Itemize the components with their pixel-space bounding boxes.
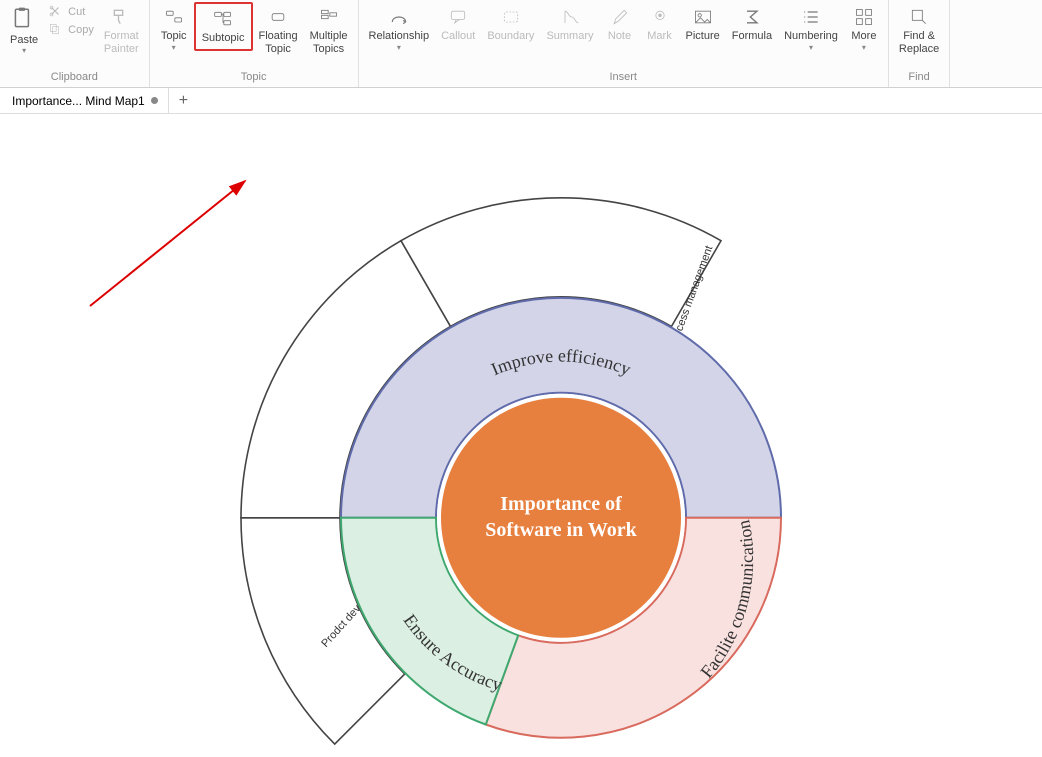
ribbon-toolbar: Paste ▾ Cut Copy Format Painter Clipboar… <box>0 0 1042 88</box>
group-label-topic: Topic <box>241 69 267 87</box>
chevron-down-icon: ▾ <box>397 43 401 52</box>
find-replace-label-2: Replace <box>899 43 939 56</box>
summary-icon <box>559 6 581 28</box>
relationship-label: Relationship <box>369 30 430 43</box>
center-label-2: Software in Work <box>485 518 637 540</box>
multiple-topics-label-2: Topics <box>313 43 344 56</box>
cut-icon <box>48 4 64 20</box>
format-painter-label-1: Format <box>104 30 139 43</box>
floating-topic-icon <box>267 6 289 28</box>
multiple-topics-label-1: Multiple <box>310 30 348 43</box>
relationship-icon <box>388 6 410 28</box>
group-topic: Topic ▾ Subtopic Floating Topic Multiple… <box>150 0 359 87</box>
note-button[interactable]: Note <box>600 2 640 47</box>
group-find: Find & Replace Find <box>889 0 950 87</box>
find-replace-button[interactable]: Find & Replace <box>893 2 945 60</box>
formula-label: Formula <box>732 30 772 43</box>
mindmap-canvas[interactable]: Prodct development Development Process m… <box>0 114 1042 731</box>
formula-icon <box>741 6 763 28</box>
add-tab-button[interactable]: + <box>169 92 198 110</box>
unsaved-dot-icon <box>151 97 158 104</box>
multiple-topics-button[interactable]: Multiple Topics <box>304 2 354 60</box>
picture-button[interactable]: Picture <box>680 2 726 47</box>
note-icon <box>609 6 631 28</box>
center-topic[interactable] <box>439 395 683 639</box>
copy-button[interactable]: Copy <box>48 22 94 38</box>
find-replace-label-1: Find & <box>903 30 935 43</box>
copy-icon <box>48 22 64 38</box>
callout-icon <box>447 6 469 28</box>
numbering-button[interactable]: Numbering ▾ <box>778 2 844 56</box>
paste-icon <box>10 6 38 34</box>
boundary-icon <box>500 6 522 28</box>
format-painter-label-2: Painter <box>104 43 139 56</box>
document-tab-label: Importance... Mind Map1 <box>12 94 145 108</box>
more-button[interactable]: More ▾ <box>844 2 884 56</box>
note-label: Note <box>608 30 631 43</box>
group-clipboard: Paste ▾ Cut Copy Format Painter Clipboar… <box>0 0 150 87</box>
mark-label: Mark <box>647 30 671 43</box>
subtopic-label: Subtopic <box>202 32 245 45</box>
chevron-down-icon: ▾ <box>172 43 176 52</box>
find-replace-icon <box>908 6 930 28</box>
group-label-clipboard: Clipboard <box>51 69 98 87</box>
chevron-down-icon: ▾ <box>862 43 866 52</box>
chevron-down-icon: ▾ <box>809 43 813 52</box>
numbering-label: Numbering <box>784 30 838 43</box>
boundary-button[interactable]: Boundary <box>481 2 540 47</box>
group-insert: Relationship ▾ Callout Boundary Summary … <box>359 0 889 87</box>
summary-button[interactable]: Summary <box>540 2 599 47</box>
relationship-button[interactable]: Relationship ▾ <box>363 2 436 56</box>
paste-button[interactable]: Paste ▾ <box>4 2 44 59</box>
mark-button[interactable]: Mark <box>640 2 680 47</box>
topic-label: Topic <box>161 30 187 43</box>
floating-topic-button[interactable]: Floating Topic <box>253 2 304 60</box>
more-label: More <box>851 30 876 43</box>
subtopic-icon <box>212 8 234 30</box>
boundary-label: Boundary <box>487 30 534 43</box>
numbering-icon <box>800 6 822 28</box>
chevron-down-icon: ▾ <box>22 46 26 55</box>
callout-button[interactable]: Callout <box>435 2 481 47</box>
summary-label: Summary <box>546 30 593 43</box>
document-tabbar: Importance... Mind Map1 + <box>0 88 1042 114</box>
subtopic-button[interactable]: Subtopic <box>194 2 253 51</box>
formula-button[interactable]: Formula <box>726 2 778 47</box>
picture-label: Picture <box>686 30 720 43</box>
format-painter-icon <box>110 6 132 28</box>
cut-label: Cut <box>68 6 85 18</box>
floating-topic-label-2: Topic <box>265 43 291 56</box>
picture-icon <box>692 6 714 28</box>
copy-label: Copy <box>68 24 94 36</box>
group-label-insert: Insert <box>609 69 637 87</box>
more-icon <box>853 6 875 28</box>
topic-icon <box>163 6 185 28</box>
paste-label: Paste <box>10 34 38 46</box>
format-painter-button[interactable]: Format Painter <box>98 2 145 60</box>
group-label-find: Find <box>908 69 929 87</box>
mark-icon <box>649 6 671 28</box>
center-label-1: Importance of <box>500 492 622 514</box>
cut-button[interactable]: Cut <box>48 4 94 20</box>
floating-topic-label-1: Floating <box>259 30 298 43</box>
topic-button[interactable]: Topic ▾ <box>154 2 194 56</box>
callout-label: Callout <box>441 30 475 43</box>
document-tab[interactable]: Importance... Mind Map1 <box>2 88 169 113</box>
mindmap-diagram: Prodct development Development Process m… <box>141 137 901 757</box>
multiple-topics-icon <box>318 6 340 28</box>
